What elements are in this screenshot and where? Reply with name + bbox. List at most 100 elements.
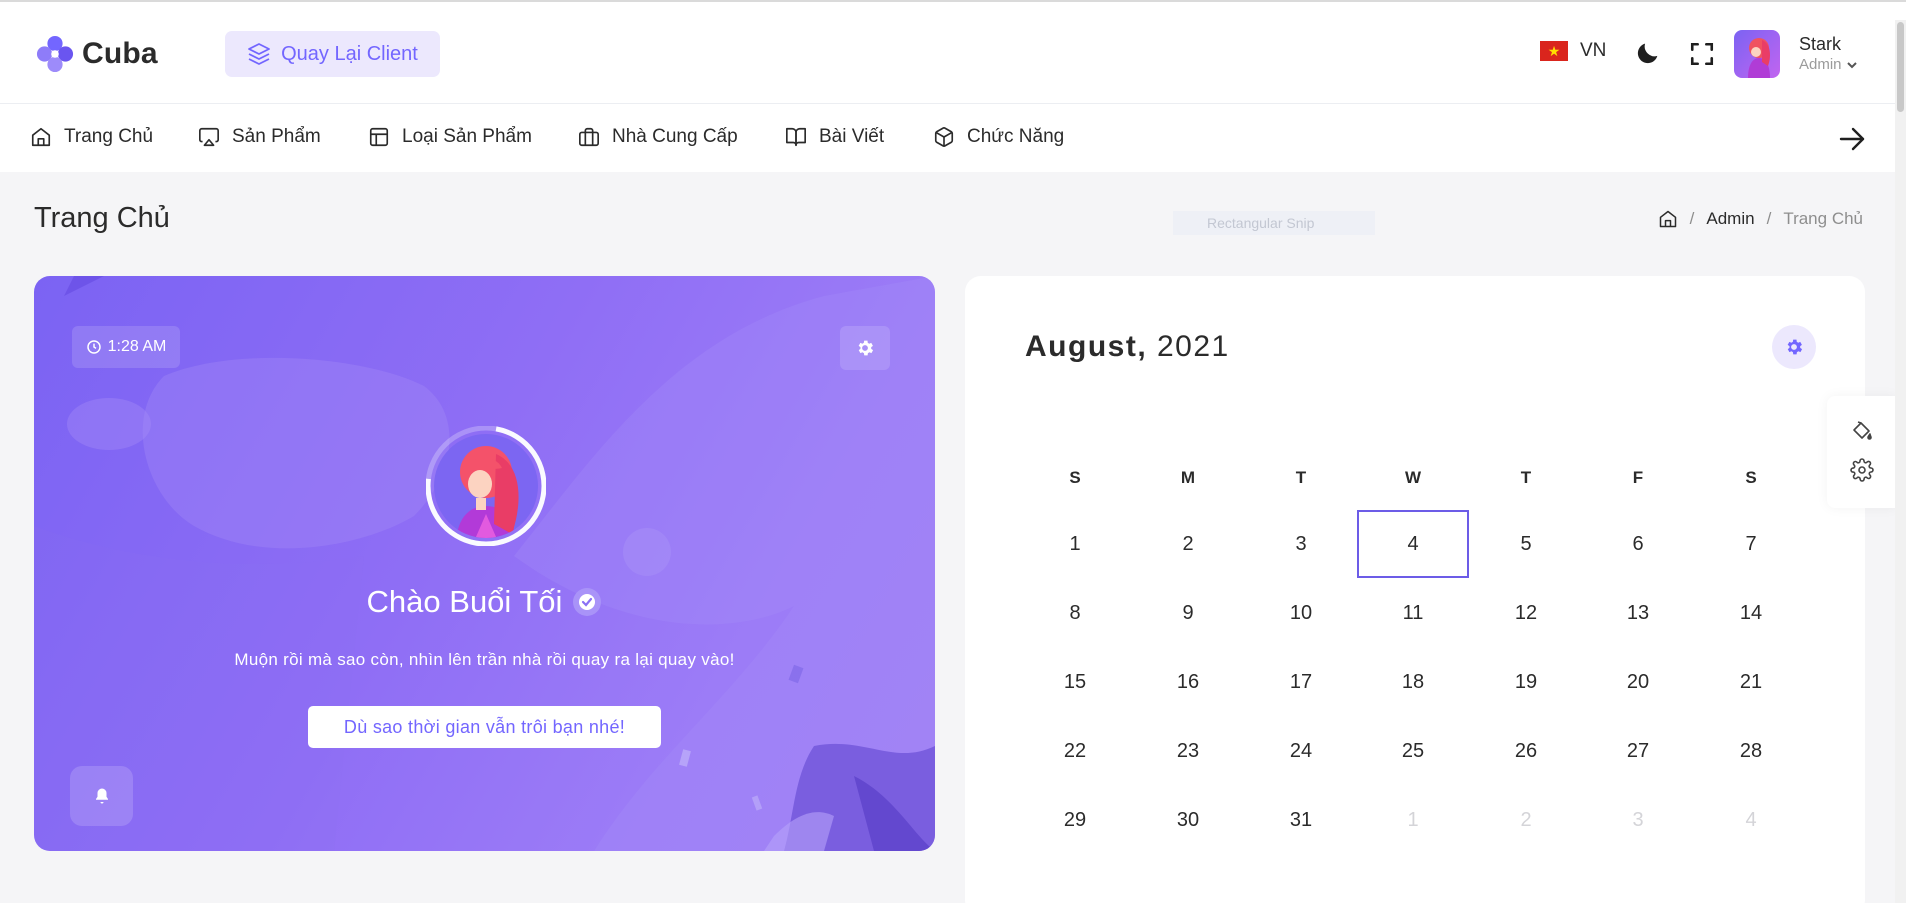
nav-label: Chức Năng [967,126,1065,147]
weekday-header: T [1520,468,1532,487]
calendar-day-next-month[interactable]: 4 [1695,786,1807,854]
breadcrumb-separator: / [1689,209,1695,228]
calendar-card: August, 2021 S M T W T F S 1 2 3 4 5 6 7… [965,276,1865,903]
calendar-day[interactable]: 20 [1582,648,1694,716]
language-selector[interactable]: ★ VN [1540,40,1606,62]
nav-item-posts[interactable]: Bài Viết [785,126,884,148]
calendar-day[interactable]: 29 [1019,786,1131,854]
page-title: Trang Chủ [34,202,170,234]
user-avatar[interactable] [1734,30,1780,78]
calendar-day[interactable]: 16 [1132,648,1244,716]
calendar-day[interactable]: 31 [1245,786,1357,854]
top-header: Cuba Quay Lại Client ★ VN Stark Admin [0,0,1906,104]
calendar-year: 2021 [1157,330,1230,363]
logo-icon [36,35,74,73]
nav-item-home[interactable]: Trang Chủ [30,126,153,148]
verified-check-icon [573,588,602,616]
calendar-title: August, 2021 [1025,330,1230,364]
calendar-day[interactable]: 14 [1695,579,1807,647]
breadcrumb-home-icon[interactable] [1658,209,1678,229]
breadcrumb-admin-link[interactable]: Admin [1706,209,1754,229]
calendar-day[interactable]: 7 [1695,510,1807,578]
calendar-day[interactable]: 13 [1582,579,1694,647]
calendar-day[interactable]: 12 [1470,579,1582,647]
calendar-month: August, [1025,330,1148,363]
calendar-day[interactable]: 27 [1582,717,1694,785]
calendar-day[interactable]: 3 [1245,510,1357,578]
user-role-dropdown[interactable]: Admin [1799,56,1858,73]
welcome-settings-button[interactable] [840,326,890,370]
user-name[interactable]: Stark [1799,34,1841,55]
calendar-day[interactable]: 24 [1245,717,1357,785]
gear-icon [858,340,874,356]
nav-item-functions[interactable]: Chức Năng [933,126,1064,148]
calendar-day[interactable]: 25 [1357,717,1469,785]
fullscreen-icon[interactable] [1689,41,1715,67]
calendar-day[interactable]: 30 [1132,786,1244,854]
calendar-day[interactable]: 22 [1019,717,1131,785]
settings-gear-icon[interactable] [1850,458,1874,482]
nav-item-suppliers[interactable]: Nhà Cung Cấp [578,126,738,148]
calendar-day[interactable]: 28 [1695,717,1807,785]
calendar-day[interactable]: 1 [1019,510,1131,578]
weekday-header: T [1295,468,1307,487]
scrollbar-thumb[interactable] [1897,22,1904,112]
calendar-day[interactable]: 5 [1470,510,1582,578]
calendar-settings-button[interactable] [1772,325,1816,369]
calendar-day[interactable]: 26 [1470,717,1582,785]
home-icon [31,127,51,147]
welcome-avatar [426,426,546,546]
calendar-day[interactable]: 23 [1132,717,1244,785]
weekday-header: F [1632,468,1644,487]
vietnam-flag-icon: ★ [1540,41,1568,61]
calendar-day[interactable]: 10 [1245,579,1357,647]
calendar-day[interactable]: 21 [1695,648,1807,716]
calendar-day[interactable]: 18 [1357,648,1469,716]
time-badge: 1:28 AM [72,326,180,368]
breadcrumb: / Admin / Trang Chủ [1658,209,1863,229]
customizer-panel [1827,396,1897,508]
notification-button[interactable] [70,766,133,826]
layers-icon [248,43,271,65]
gear-icon [1787,339,1803,355]
calendar-day[interactable]: 2 [1132,510,1244,578]
nav-label: Trang Chủ [64,126,154,147]
current-time: 1:28 AM [107,338,167,355]
calendar-day-next-month[interactable]: 1 [1357,786,1469,854]
calendar-day[interactable]: 17 [1245,648,1357,716]
clock-icon [86,340,101,354]
calendar-day[interactable]: 8 [1019,579,1131,647]
welcome-subtitle: Muộn rồi mà sao còn, nhìn lên trần nhà r… [234,650,735,669]
book-open-icon [786,127,806,147]
briefcase-icon [579,127,599,147]
welcome-cta-button[interactable]: Dù sao thời gian vẫn trôi bạn nhé! [308,706,661,748]
calendar-day[interactable]: 6 [1582,510,1694,578]
dark-mode-moon-icon[interactable] [1634,38,1662,68]
paint-bucket-icon[interactable] [1850,418,1874,442]
calendar-day[interactable]: 11 [1357,579,1469,647]
weekday-header: S [1069,468,1081,487]
breadcrumb-separator: / [1766,209,1772,228]
bell-icon [95,788,108,804]
nav-label: Nhà Cung Cấp [612,126,738,147]
calendar-day[interactable]: 15 [1019,648,1131,716]
calendar-day[interactable]: 19 [1470,648,1582,716]
logo[interactable]: Cuba [36,35,158,73]
weekday-header: S [1745,468,1757,487]
calendar-day-today[interactable]: 4 [1357,510,1469,578]
calendar-day-next-month[interactable]: 2 [1470,786,1582,854]
airplay-icon [199,127,219,147]
back-to-client-label: Quay Lại Client [281,42,418,65]
language-label: VN [1580,40,1607,61]
logo-text: Cuba [82,37,158,70]
nav-item-products[interactable]: Sản Phẩm [198,126,321,148]
back-to-client-button[interactable]: Quay Lại Client [225,31,440,77]
calendar-day-next-month[interactable]: 3 [1582,786,1694,854]
user-role-label: Admin [1799,56,1842,73]
page-scrollbar[interactable] [1895,20,1906,903]
calendar-day[interactable]: 9 [1132,579,1244,647]
nav-item-product-types[interactable]: Loại Sản Phẩm [368,126,532,148]
chevron-down-icon [1846,61,1857,68]
arrow-right-icon[interactable] [1838,126,1866,152]
nav-label: Sản Phẩm [232,126,321,147]
